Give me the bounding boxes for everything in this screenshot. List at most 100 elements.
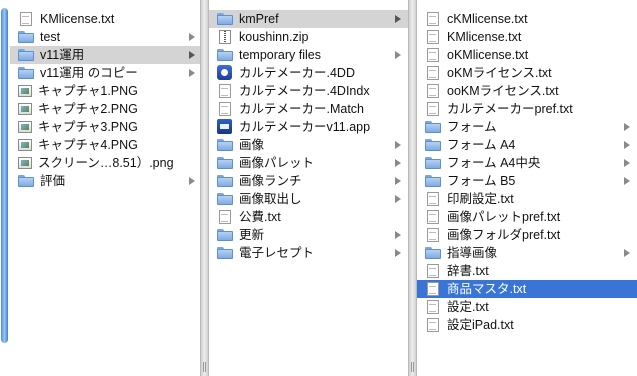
- folder-row[interactable]: v11運用: [10, 46, 200, 64]
- disclosure-arrow-icon[interactable]: [189, 33, 195, 41]
- disclosure-arrow-icon[interactable]: [624, 249, 630, 257]
- item-label: 画像ランチ: [239, 174, 302, 188]
- file-row[interactable]: 設定.txt: [417, 298, 637, 316]
- disclosure-arrow-icon[interactable]: [395, 249, 401, 257]
- item-label: 画像パレット: [239, 156, 315, 170]
- item-label: 設定.txt: [447, 300, 489, 314]
- item-label: 評価: [40, 174, 66, 188]
- column-parent-folder[interactable]: KMlicense.txt test v11運用 v11運用 のコピー キャプチャ1.P…: [0, 0, 200, 376]
- folder-icon: [217, 174, 233, 187]
- file-row[interactable]: 辞書.txt: [417, 262, 637, 280]
- file-row[interactable]: ooKMライセンス.txt: [417, 82, 637, 100]
- file-row[interactable]: キャプチャ2.PNG: [10, 100, 200, 118]
- item-label: v11運用: [40, 48, 85, 62]
- folder-row[interactable]: v11運用 のコピー: [10, 64, 200, 82]
- document-icon: [427, 47, 439, 62]
- file-row[interactable]: oKMlicense.txt: [417, 46, 637, 64]
- item-label: temporary files: [239, 48, 321, 62]
- item-label: oKMライセンス.txt: [447, 66, 552, 80]
- item-label: KMlicense.txt: [447, 30, 522, 44]
- file-row[interactable]: キャプチャ3.PNG: [10, 118, 200, 136]
- disclosure-arrow-icon[interactable]: [624, 141, 630, 149]
- finder-column-browser: KMlicense.txt test v11運用 v11運用 のコピー キャプチャ1.P…: [0, 0, 637, 376]
- file-row[interactable]: 設定iPad.txt: [417, 316, 637, 334]
- disclosure-arrow-icon[interactable]: [189, 51, 195, 59]
- folder-icon: [217, 228, 233, 241]
- folder-row[interactable]: 画像: [209, 136, 408, 154]
- folder-row[interactable]: test: [10, 28, 200, 46]
- item-label: フォーム A4中央: [447, 156, 541, 170]
- disclosure-arrow-icon[interactable]: [395, 141, 401, 149]
- folder-row[interactable]: 電子レセプト: [209, 244, 408, 262]
- folder-row[interactable]: temporary files: [209, 46, 408, 64]
- file-row[interactable]: キャプチャ1.PNG: [10, 82, 200, 100]
- file-row[interactable]: 公費.txt: [209, 208, 408, 226]
- image-icon: [18, 138, 32, 151]
- column-v11-folder[interactable]: kmPref koushinn.zip temporary files カルテメーカー…: [209, 0, 408, 376]
- folder-row[interactable]: フォーム: [417, 118, 637, 136]
- file-row[interactable]: カルテメーカーv11.app: [209, 118, 408, 136]
- file-row[interactable]: oKMライセンス.txt: [417, 64, 637, 82]
- disclosure-arrow-icon[interactable]: [395, 231, 401, 239]
- folder-row[interactable]: 画像ランチ: [209, 172, 408, 190]
- file-row[interactable]: カルテメーカーpref.txt: [417, 100, 637, 118]
- item-label: フォーム B5: [447, 174, 516, 188]
- column-resize-divider[interactable]: [408, 0, 417, 376]
- folder-row[interactable]: 画像パレット: [209, 154, 408, 172]
- folder-icon: [18, 66, 34, 79]
- file-row[interactable]: カルテメーカー.4DIndx: [209, 82, 408, 100]
- item-label: 設定iPad.txt: [447, 318, 514, 332]
- disclosure-arrow-icon[interactable]: [624, 123, 630, 131]
- folder-row[interactable]: フォーム B5: [417, 172, 637, 190]
- folder-row[interactable]: フォーム A4中央: [417, 154, 637, 172]
- file-row[interactable]: キャプチャ4.PNG: [10, 136, 200, 154]
- document-icon: [219, 83, 231, 98]
- disclosure-arrow-icon[interactable]: [395, 159, 401, 167]
- file-row[interactable]: スクリーン…8.51）.png: [10, 154, 200, 172]
- item-label: フォーム A4: [447, 138, 516, 152]
- folder-icon: [217, 156, 233, 169]
- column-resize-divider[interactable]: [200, 0, 209, 376]
- file-row[interactable]: 画像パレットpref.txt: [417, 208, 637, 226]
- file-row[interactable]: koushinn.zip: [209, 28, 408, 46]
- folder-icon: [217, 246, 233, 259]
- file-row[interactable]: 画像フォルダpref.txt: [417, 226, 637, 244]
- item-label: koushinn.zip: [239, 30, 309, 44]
- disclosure-arrow-icon[interactable]: [395, 15, 401, 23]
- file-row[interactable]: KMlicense.txt: [417, 28, 637, 46]
- document-icon: [219, 101, 231, 116]
- document-icon: [20, 11, 32, 26]
- resize-grip-icon[interactable]: [203, 362, 206, 372]
- item-label: 指導画像: [447, 246, 498, 260]
- folder-row[interactable]: フォーム A4: [417, 136, 637, 154]
- folder-row[interactable]: kmPref: [209, 10, 408, 28]
- file-row[interactable]: 印刷設定.txt: [417, 190, 637, 208]
- disclosure-arrow-icon[interactable]: [395, 177, 401, 185]
- document-icon: [427, 281, 439, 296]
- disclosure-arrow-icon[interactable]: [189, 177, 195, 185]
- file-row[interactable]: KMlicense.txt: [10, 10, 200, 28]
- file-list: kmPref koushinn.zip temporary files カルテメーカー…: [209, 0, 408, 262]
- disclosure-arrow-icon[interactable]: [395, 195, 401, 203]
- file-list: cKMlicense.txt KMlicense.txt oKMlicense.tx…: [417, 0, 637, 334]
- scrollbar-thumb[interactable]: [1, 8, 8, 343]
- disclosure-arrow-icon[interactable]: [624, 177, 630, 185]
- disclosure-arrow-icon[interactable]: [189, 69, 195, 77]
- file-row[interactable]: カルテメーカー.4DD: [209, 64, 408, 82]
- item-label: カルテメーカー.4DD: [239, 66, 355, 80]
- file-row[interactable]: 商品マスタ.txt: [417, 280, 637, 298]
- disclosure-arrow-icon[interactable]: [395, 51, 401, 59]
- file-row[interactable]: カルテメーカー.Match: [209, 100, 408, 118]
- file-row[interactable]: cKMlicense.txt: [417, 10, 637, 28]
- item-label: カルテメーカーpref.txt: [447, 102, 573, 116]
- vertical-scrollbar[interactable]: [0, 0, 9, 376]
- folder-row[interactable]: 更新: [209, 226, 408, 244]
- item-label: キャプチャ4.PNG: [38, 138, 138, 152]
- folder-icon: [18, 174, 34, 187]
- folder-row[interactable]: 画像取出し: [209, 190, 408, 208]
- folder-row[interactable]: 指導画像: [417, 244, 637, 262]
- folder-row[interactable]: 評価: [10, 172, 200, 190]
- resize-grip-icon[interactable]: [411, 362, 414, 372]
- disclosure-arrow-icon[interactable]: [624, 159, 630, 167]
- column-kmpref-folder[interactable]: cKMlicense.txt KMlicense.txt oKMlicense.tx…: [417, 0, 637, 376]
